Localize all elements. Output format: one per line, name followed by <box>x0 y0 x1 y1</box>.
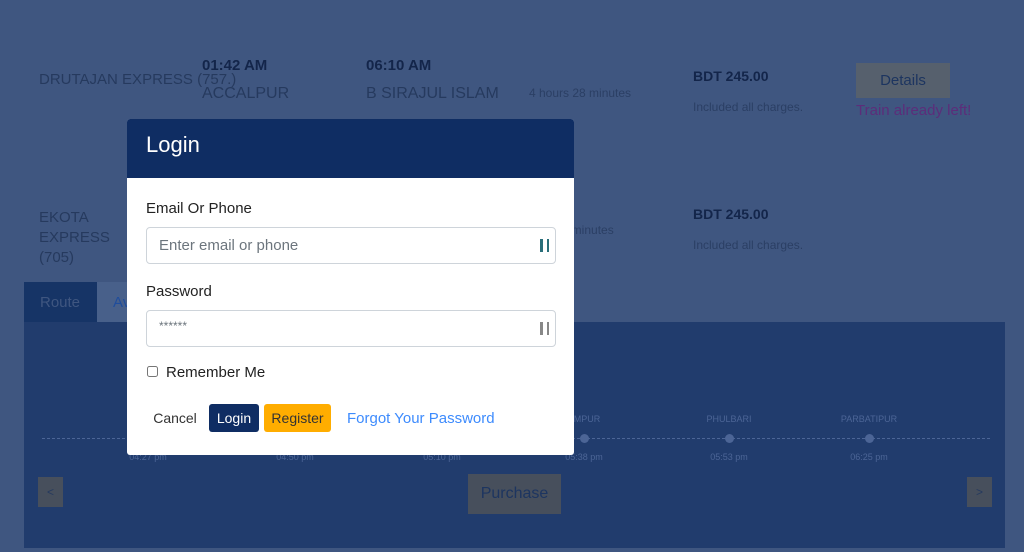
password-manager-icon[interactable] <box>540 239 549 252</box>
email-label: Email Or Phone <box>146 200 252 217</box>
price: BDT 245.00 <box>693 68 769 84</box>
arrival-station: B SIRAJUL ISLAM <box>366 85 499 102</box>
login-button[interactable]: Login <box>209 404 259 432</box>
password-value: ****** <box>159 319 188 333</box>
price-note: Included all charges. <box>693 238 804 252</box>
arrival-time: 06:10 AM <box>366 57 432 74</box>
modal-title: Login <box>127 119 574 178</box>
email-placeholder: Enter email or phone <box>159 237 299 254</box>
purchase-button[interactable]: Purchase <box>468 474 561 514</box>
tab-route[interactable]: Route <box>24 282 97 322</box>
cancel-button[interactable]: Cancel <box>149 404 201 432</box>
train-status: Train already left! <box>856 102 972 119</box>
train-name: EKOTA EXPRESS (705) <box>39 209 110 266</box>
prev-button[interactable]: < <box>38 477 63 507</box>
password-manager-icon[interactable] <box>540 322 549 335</box>
password-field[interactable]: ****** <box>146 310 556 347</box>
details-button[interactable]: Details <box>856 63 950 98</box>
station-time: 06:25 pm <box>850 452 888 462</box>
email-field[interactable]: Enter email or phone <box>146 227 556 264</box>
register-button[interactable]: Register <box>264 404 331 432</box>
departure-time: 01:42 AM <box>202 57 268 74</box>
price: BDT 245.00 <box>693 206 769 222</box>
station-dot <box>580 434 589 443</box>
forgot-password-link[interactable]: Forgot Your Password <box>347 404 495 432</box>
station-time: 05:53 pm <box>710 452 748 462</box>
price-note: Included all charges. <box>693 100 804 114</box>
remember-checkbox[interactable] <box>147 366 158 377</box>
duration: 4 hours 28 minutes <box>529 86 632 100</box>
login-modal: Login Email Or Phone Enter email or phon… <box>127 119 574 455</box>
station-name: PARBATIPUR <box>840 414 898 424</box>
remember-label[interactable]: Remember Me <box>166 364 265 381</box>
station-dot <box>725 434 734 443</box>
station-dot <box>865 434 874 443</box>
password-label: Password <box>146 283 212 300</box>
departure-station: ACCALPUR <box>202 85 290 102</box>
station-name: PHULBARI <box>706 414 752 424</box>
next-button[interactable]: > <box>967 477 992 507</box>
